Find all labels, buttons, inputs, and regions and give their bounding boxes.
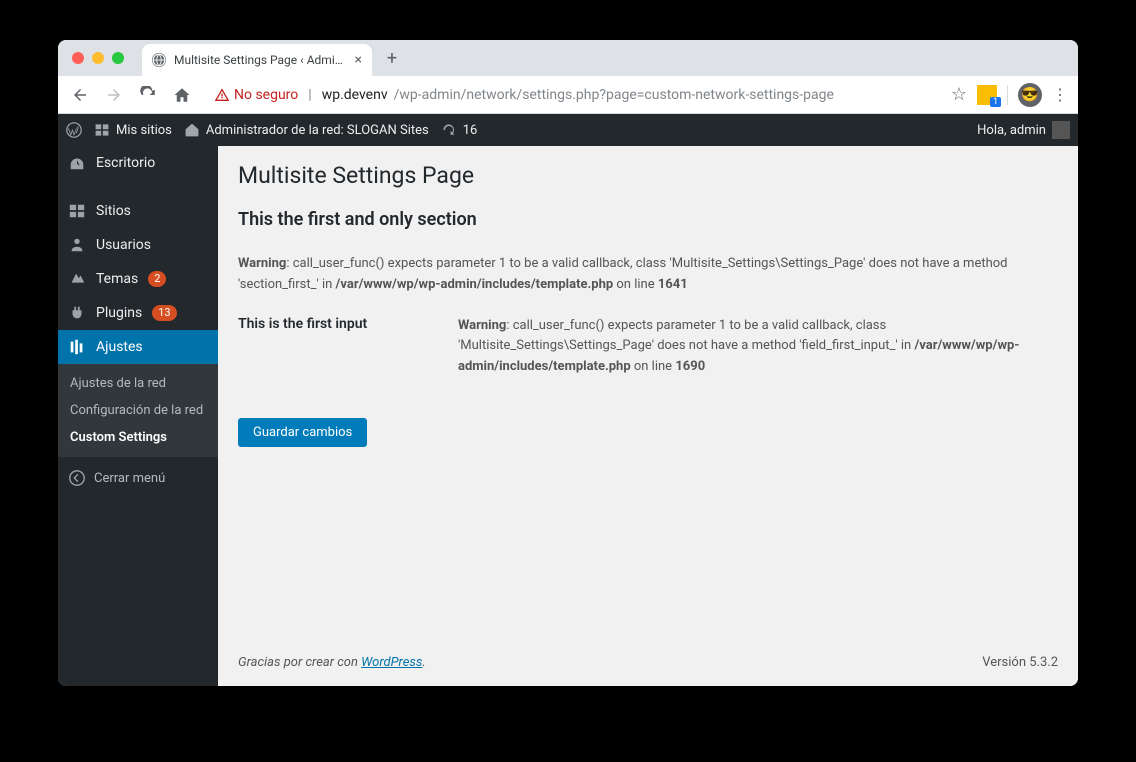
- settings-submenu: Ajustes de la red Configuración de la re…: [58, 364, 218, 457]
- page-title: Multisite Settings Page: [238, 162, 1058, 189]
- bookmark-star-icon[interactable]: ☆: [951, 84, 967, 105]
- wp-content-area: Multisite Settings Page This the first a…: [218, 146, 1078, 686]
- sidebar-label: Usuarios: [96, 237, 151, 253]
- toolbar-right: ☆ 1 😎 ⋮: [951, 83, 1068, 107]
- minimize-window-button[interactable]: [92, 52, 104, 64]
- php-warning-1: Warning: call_user_func() expects parame…: [238, 254, 1058, 296]
- browser-tab-strip: Multisite Settings Page ‹ Adminis × +: [58, 40, 1078, 76]
- sidebar-item-users[interactable]: Usuarios: [58, 228, 218, 262]
- forward-button[interactable]: [102, 83, 126, 107]
- sidebar-label: Ajustes: [96, 339, 143, 355]
- sidebar-label: Sitios: [96, 203, 131, 219]
- greeting-text: Hola, admin: [977, 123, 1046, 138]
- save-button[interactable]: Guardar cambios: [238, 418, 367, 447]
- collapse-menu-button[interactable]: Cerrar menú: [58, 457, 218, 499]
- submenu-custom-settings[interactable]: Custom Settings: [58, 424, 218, 451]
- warning-line: 1641: [658, 277, 688, 292]
- maximize-window-button[interactable]: [112, 52, 124, 64]
- browser-menu-button[interactable]: ⋮: [1052, 85, 1068, 104]
- extension-badge[interactable]: 1: [977, 85, 997, 105]
- my-sites-label: Mis sitios: [116, 123, 172, 138]
- close-tab-button[interactable]: ×: [355, 52, 362, 68]
- warning-label: Warning: [238, 256, 286, 271]
- warning-label: Warning: [458, 318, 506, 333]
- sidebar-item-dashboard[interactable]: Escritorio: [58, 146, 218, 180]
- sidebar-item-sites[interactable]: Sitios: [58, 194, 218, 228]
- field-label: This is the first input: [238, 316, 438, 332]
- updates-count: 16: [463, 123, 478, 138]
- warning-on-line: on line: [631, 359, 676, 374]
- url-host: wp.devenv: [322, 87, 388, 103]
- php-warning-2: Warning: call_user_func() expects parame…: [458, 316, 1058, 378]
- url-divider: |: [308, 87, 311, 103]
- profile-avatar[interactable]: 😎: [1018, 83, 1042, 107]
- extension-badge-count: 1: [990, 97, 1001, 107]
- network-admin-label: Administrador de la red: SLOGAN Sites: [206, 123, 429, 138]
- toolbar-divider: [1007, 85, 1008, 105]
- warning-on-line: on line: [613, 277, 658, 292]
- plugins-badge: 13: [152, 305, 176, 321]
- sidebar-item-settings[interactable]: Ajustes: [58, 330, 218, 364]
- sidebar-label: Plugins: [96, 305, 142, 321]
- not-secure-label: No seguro: [234, 87, 298, 103]
- sidebar-item-themes[interactable]: Temas 2: [58, 262, 218, 296]
- user-greeting[interactable]: Hola, admin: [977, 121, 1070, 139]
- submenu-network-setup[interactable]: Configuración de la red: [58, 397, 218, 424]
- wp-footer: Gracias por crear con WordPress. Versión…: [218, 639, 1078, 686]
- wp-logo-button[interactable]: [66, 122, 82, 138]
- version-label: Versión 5.3.2: [982, 655, 1058, 670]
- collapse-label: Cerrar menú: [94, 471, 165, 486]
- back-button[interactable]: [68, 83, 92, 107]
- browser-window: Multisite Settings Page ‹ Adminis × + No…: [58, 40, 1078, 686]
- warning-file: /var/www/wp/wp-admin/includes/template.p…: [336, 277, 614, 292]
- window-controls: [72, 52, 124, 64]
- wp-admin-sidebar: Escritorio Sitios Usuarios Temas 2 Plugi…: [58, 146, 218, 686]
- wp-adminbar: Mis sitios Administrador de la red: SLOG…: [58, 114, 1078, 146]
- address-bar[interactable]: No seguro | wp.devenv/wp-admin/network/s…: [204, 81, 941, 109]
- close-window-button[interactable]: [72, 52, 84, 64]
- section-title: This the first and only section: [238, 209, 1058, 230]
- browser-toolbar: No seguro | wp.devenv/wp-admin/network/s…: [58, 76, 1078, 114]
- home-button[interactable]: [170, 83, 194, 107]
- browser-tab[interactable]: Multisite Settings Page ‹ Adminis ×: [142, 44, 372, 76]
- sidebar-label: Escritorio: [96, 155, 155, 171]
- wp-body: Multisite Settings Page This the first a…: [218, 146, 1078, 639]
- reload-button[interactable]: [136, 83, 160, 107]
- wp-main-wrap: Escritorio Sitios Usuarios Temas 2 Plugi…: [58, 146, 1078, 686]
- updates-button[interactable]: 16: [441, 122, 478, 138]
- network-admin-button[interactable]: Administrador de la red: SLOGAN Sites: [184, 122, 429, 138]
- sidebar-item-plugins[interactable]: Plugins 13: [58, 296, 218, 330]
- my-sites-button[interactable]: Mis sitios: [94, 122, 172, 138]
- security-indicator[interactable]: No seguro: [214, 87, 298, 103]
- warning-line: 1690: [675, 359, 705, 374]
- tab-title: Multisite Settings Page ‹ Adminis: [174, 53, 347, 67]
- submenu-network-settings[interactable]: Ajustes de la red: [58, 370, 218, 397]
- footer-thanks: Gracias por crear con WordPress.: [238, 655, 426, 670]
- url-path: /wp-admin/network/settings.php?page=cust…: [394, 87, 834, 103]
- warning-text: : call_user_func() expects parameter 1 t…: [458, 318, 914, 354]
- form-row: This is the first input Warning: call_us…: [238, 316, 1058, 378]
- themes-badge: 2: [148, 271, 166, 287]
- user-avatar: [1052, 121, 1070, 139]
- sidebar-label: Temas: [96, 271, 138, 287]
- wordpress-link[interactable]: WordPress: [361, 655, 422, 670]
- globe-icon: [152, 53, 166, 67]
- new-tab-button[interactable]: +: [378, 44, 406, 72]
